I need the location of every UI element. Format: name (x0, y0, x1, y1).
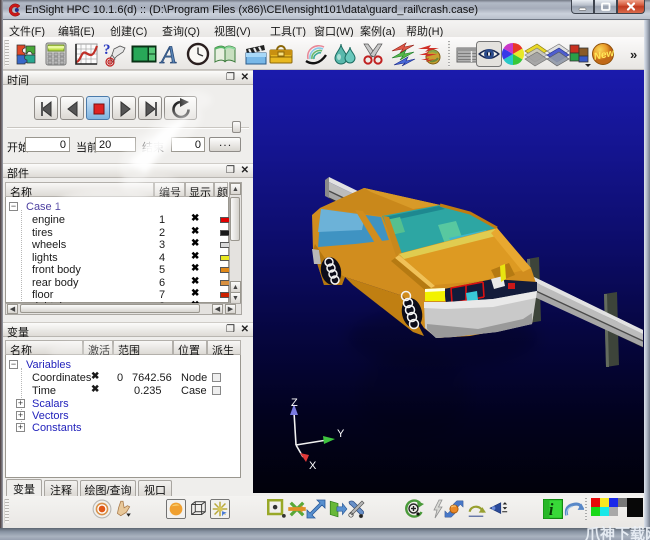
svg-text:i: i (549, 500, 554, 519)
svg-text:?: ? (103, 42, 111, 58)
svg-text:X: X (309, 460, 317, 472)
svg-text:Y: Y (337, 428, 345, 440)
svg-text:A: A (159, 42, 177, 67)
svg-text:Z: Z (291, 397, 298, 409)
